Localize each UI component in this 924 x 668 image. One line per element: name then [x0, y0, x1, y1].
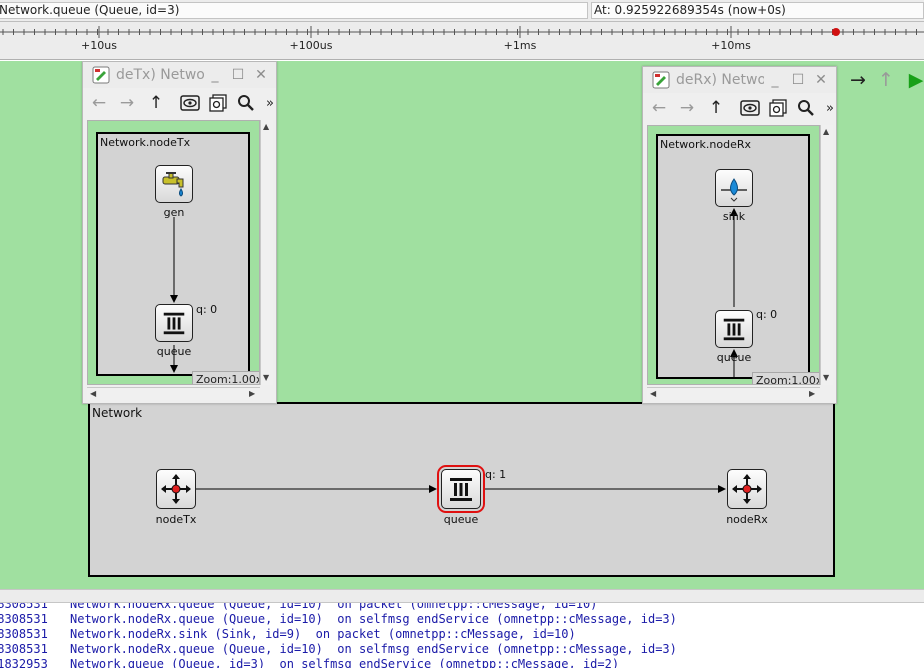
- gen-label: gen: [163, 206, 185, 219]
- timeline-axis: [0, 26, 924, 38]
- up-arrow-icon[interactable]: ↑: [874, 68, 898, 92]
- forward-arrow-icon[interactable]: →: [846, 68, 870, 92]
- close-icon[interactable]: ✕: [253, 67, 269, 83]
- queue-label: queue: [443, 513, 479, 526]
- inspector-titlebar[interactable]: deTx) Netwo _ ☐ ✕: [83, 62, 276, 88]
- overflow-chevron-icon[interactable]: »: [819, 97, 836, 119]
- event-log[interactable]: 58308531Network.nodeRx.queue (Queue, id=…: [0, 603, 924, 668]
- object-info-field: Network.queue (Queue, id=3): [0, 2, 588, 19]
- timeline-label: +10us: [81, 39, 117, 52]
- forward-arrow-icon[interactable]: →: [116, 92, 138, 114]
- up-arrow-icon[interactable]: ↑: [705, 97, 727, 119]
- nodetx-box-title: Network.nodeTx: [100, 136, 191, 149]
- timeline-event-marker: [832, 28, 840, 36]
- layers-icon[interactable]: [207, 92, 229, 114]
- log-line: 58308531Network.nodeRx.queue (Queue, id=…: [0, 642, 677, 656]
- nodetx-queue-module[interactable]: [155, 304, 193, 342]
- inspector-app-icon: [92, 66, 110, 84]
- pane-splitter[interactable]: [0, 589, 924, 603]
- queue-icon: [450, 478, 472, 501]
- nodetx-label: nodeTx: [155, 513, 197, 526]
- run-play-icon[interactable]: ▶: [904, 68, 924, 92]
- status-bar: Network.queue (Queue, id=3) At: 0.925922…: [0, 0, 924, 22]
- inspector-nodetx-view[interactable]: Network.nodeTx gen q: 0 queue Zoom:1.00x: [87, 120, 260, 385]
- log-line: 01832953Network.queue (Queue, id=3) on s…: [0, 657, 620, 668]
- inspector-title: deRx) Netwo: [676, 72, 764, 88]
- horizontal-scrollbar[interactable]: ◀ ▶: [647, 387, 820, 400]
- queue-module[interactable]: [437, 465, 485, 513]
- search-icon[interactable]: [235, 92, 257, 114]
- inspector-app-icon: [652, 71, 670, 89]
- nodetx-queue-label: queue: [156, 345, 192, 358]
- compound-module-icon: [161, 474, 191, 504]
- sink-label: sink: [722, 210, 746, 223]
- horizontal-scrollbar[interactable]: ◀ ▶: [87, 387, 260, 400]
- back-arrow-icon[interactable]: ←: [88, 92, 110, 114]
- layers-icon[interactable]: [767, 97, 789, 119]
- inspector-noderx-window[interactable]: deRx) Netwo _ ☐ ✕ ← → ↑ » Network.nodeRx: [642, 66, 837, 404]
- timeline[interactable]: +10us +100us +1ms +10ms: [0, 22, 924, 60]
- queue-icon: [723, 318, 745, 341]
- up-arrow-icon[interactable]: ↑: [145, 92, 167, 114]
- noderx-box-title: Network.nodeRx: [660, 138, 752, 151]
- timeline-label: +10ms: [711, 39, 751, 52]
- log-line: 58308531Network.nodeRx.queue (Queue, id=…: [0, 612, 677, 626]
- minimize-icon[interactable]: _: [767, 72, 783, 88]
- timeline-label: +1ms: [503, 39, 537, 52]
- network-canvas[interactable]: Network nodeTx q: 1 queue nodeRx → ↑ ▶ d…: [0, 61, 924, 589]
- inspector-toolbar: ← → ↑ »: [643, 94, 836, 124]
- sink-module[interactable]: [715, 169, 753, 207]
- gen-module[interactable]: [155, 165, 193, 203]
- zoom-indicator: Zoom:1.00x: [752, 372, 819, 384]
- noderx-queue-count: q: 0: [756, 308, 778, 321]
- log-line: 58308531Network.nodeRx.queue (Queue, id=…: [0, 603, 598, 611]
- search-icon[interactable]: [795, 97, 817, 119]
- timeline-label: +100us: [289, 39, 333, 52]
- maximize-icon[interactable]: ☐: [790, 72, 806, 88]
- view-eye-icon[interactable]: [179, 92, 201, 114]
- network-title: Network: [92, 406, 143, 420]
- inspector-toolbar: ← → ↑ »: [83, 89, 276, 119]
- inspector-titlebar[interactable]: deRx) Netwo _ ☐ ✕: [643, 67, 836, 93]
- queue-icon: [163, 312, 185, 335]
- forward-arrow-icon[interactable]: →: [676, 97, 698, 119]
- vertical-scrollbar[interactable]: ▲ ▼: [820, 125, 833, 385]
- sink-drop-icon: [721, 178, 747, 202]
- vertical-scrollbar[interactable]: ▲ ▼: [260, 120, 273, 385]
- back-arrow-icon[interactable]: ←: [648, 97, 670, 119]
- noderx-module[interactable]: [727, 469, 767, 509]
- inspector-title: deTx) Netwo: [116, 67, 204, 83]
- faucet-icon: [162, 172, 184, 197]
- noderx-queue-module[interactable]: [715, 310, 753, 348]
- nodetx-module[interactable]: [156, 469, 196, 509]
- inspector-noderx-view[interactable]: Network.nodeRx sink q: 0 queue Zoom:1.00…: [647, 125, 820, 385]
- view-eye-icon[interactable]: [739, 97, 761, 119]
- time-info-field: At: 0.925922689354s (now+0s): [591, 2, 924, 19]
- overflow-chevron-icon[interactable]: »: [259, 92, 276, 114]
- noderx-queue-label: queue: [716, 351, 752, 364]
- inspector-nodetx-window[interactable]: deTx) Netwo _ ☐ ✕ ← → ↑ » Network.nodeTx: [82, 61, 277, 404]
- zoom-indicator: Zoom:1.00x: [192, 371, 259, 384]
- queue-length-label: q: 1: [485, 468, 507, 481]
- compound-module-icon: [732, 474, 762, 504]
- close-icon[interactable]: ✕: [813, 72, 829, 88]
- minimize-icon[interactable]: _: [207, 67, 223, 83]
- log-line: 58308531Network.nodeRx.sink (Sink, id=9)…: [0, 627, 576, 641]
- nodetx-queue-count: q: 0: [196, 303, 218, 316]
- noderx-label: nodeRx: [726, 513, 768, 526]
- maximize-icon[interactable]: ☐: [230, 67, 246, 83]
